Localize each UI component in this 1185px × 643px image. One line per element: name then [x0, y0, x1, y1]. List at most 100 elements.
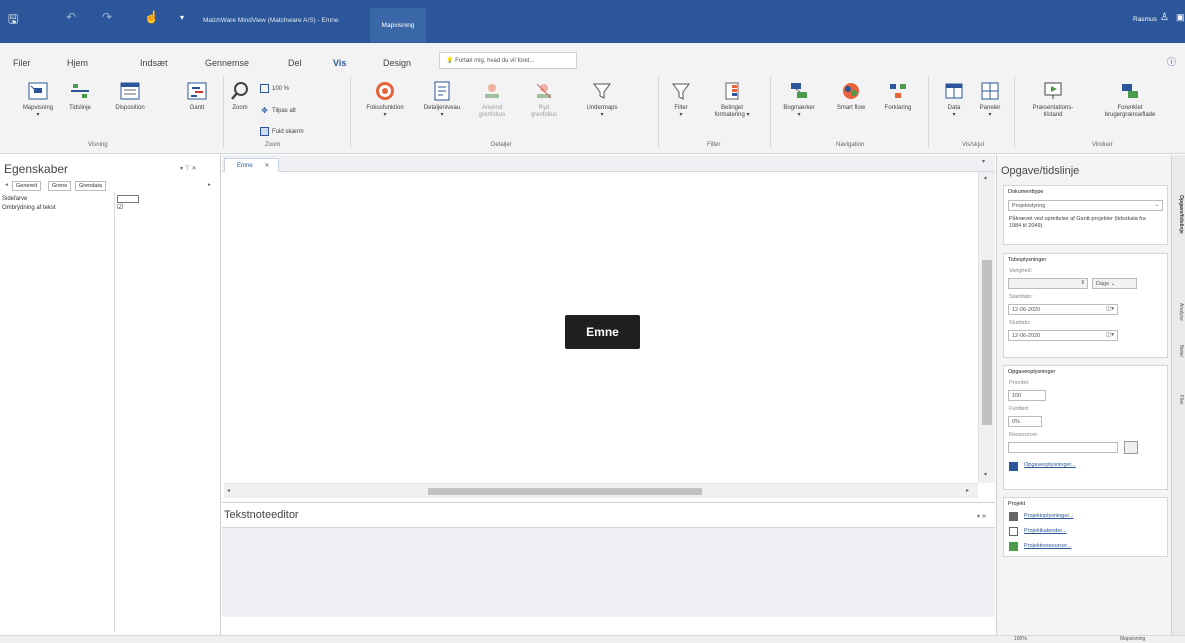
task-info-link[interactable]: Opgaveoplysninger...: [1024, 462, 1076, 468]
task-info-section: Opgaveoplysninger Prioritet: 100 Fuldfør…: [1003, 365, 1168, 490]
tab-design[interactable]: Design: [383, 58, 411, 68]
text-wrap-checkbox[interactable]: ☑: [117, 204, 123, 212]
tab-del[interactable]: Del: [288, 58, 302, 68]
undo-icon[interactable]: ↶: [66, 10, 76, 24]
tab-hjem[interactable]: Hjem: [67, 58, 88, 68]
zoom-100-button[interactable]: 100 %: [260, 84, 289, 93]
gantt-button[interactable]: Gantt: [182, 80, 212, 112]
side-tab-task[interactable]: Opgave/tidslinje: [1174, 195, 1184, 234]
touch-mode-icon[interactable]: ☝: [144, 10, 159, 24]
disposition-button[interactable]: Disposition: [110, 80, 150, 112]
property-row[interactable]: Ombrydning af tekst ☑: [0, 204, 220, 212]
pane-controls[interactable]: ▾ ✕: [977, 513, 987, 520]
resources-list-icon[interactable]: [1124, 441, 1138, 454]
side-tab-filer[interactable]: Filer: [1174, 395, 1184, 405]
vertical-scroll-thumb[interactable]: [982, 260, 992, 425]
tab-scroll-right-icon[interactable]: ▸: [205, 181, 214, 191]
customize-toolbar-icon[interactable]: ▾: [180, 13, 184, 22]
project-calendar-icon: [1009, 527, 1018, 536]
project-resources-link[interactable]: Projektressourcer...: [1024, 543, 1071, 549]
start-date-field[interactable]: 12-06-2020 ◫▾: [1008, 304, 1118, 315]
vertical-scrollbar[interactable]: ▴ ▾: [978, 172, 995, 483]
pane-controls[interactable]: ▾ ⊤ ✕: [180, 165, 197, 172]
scroll-left-icon[interactable]: ◂: [227, 487, 230, 494]
root-topic[interactable]: Emne: [565, 315, 640, 349]
document-tab-emne[interactable]: Emne ✕: [224, 158, 279, 172]
smart-flow-icon: [843, 83, 859, 99]
praesentationstilstand-button[interactable]: Præsentations-tilstand: [1030, 80, 1076, 119]
zoom-level[interactable]: 100%: [1014, 636, 1027, 642]
forenklet-brugergraenseflade-button[interactable]: Forenklet brugergrænseflade: [1096, 80, 1164, 119]
group-separator: [223, 76, 224, 148]
timeline-icon: [71, 84, 89, 98]
forklaring-button[interactable]: Forklaring: [880, 80, 916, 112]
data-table-icon: [945, 83, 963, 99]
group-label-detaljer: Detaljer: [491, 142, 512, 148]
project-info-link[interactable]: Projektoplysninger...: [1024, 513, 1074, 519]
duration-field[interactable]: ⇕: [1008, 278, 1088, 289]
spin-icon[interactable]: ⇕: [1080, 280, 1085, 286]
fokusfunktion-button[interactable]: Fokusfunktion ▾: [360, 80, 410, 119]
side-tab-noter[interactable]: Noter: [1174, 345, 1184, 357]
property-row[interactable]: Sidefarve: [0, 195, 220, 203]
anvend-grenfokus-button[interactable]: Anvend grenfokus: [474, 80, 510, 119]
tab-filer[interactable]: Filer: [13, 58, 31, 68]
zoom-button[interactable]: Zoom: [226, 80, 254, 112]
paneler-button[interactable]: Paneler ▾: [976, 80, 1004, 119]
resources-field[interactable]: [1008, 442, 1118, 453]
help-icon[interactable]: ⓘ: [1167, 55, 1176, 68]
properties-pane-title: Egenskaber: [4, 162, 69, 176]
note-editor-area[interactable]: [222, 527, 995, 617]
full-screen-button[interactable]: Fuld skærm: [260, 127, 304, 136]
map-canvas[interactable]: Emne: [224, 172, 978, 483]
prop-tab-grene[interactable]: Grene: [48, 181, 72, 191]
tab-indsaet[interactable]: Indsæt: [140, 58, 168, 68]
tab-gennemse[interactable]: Gennemse: [205, 58, 249, 68]
detaljeniveau-button[interactable]: Detaljeniveau ▾: [418, 80, 466, 119]
user-name[interactable]: Rasmus: [1133, 16, 1157, 23]
fit-all-button[interactable]: ✥ Tilpas alt: [260, 106, 296, 115]
save-icon[interactable]: 🖫: [8, 10, 18, 31]
percent-complete-field[interactable]: 0%: [1008, 416, 1042, 427]
prop-tab-grendata[interactable]: Grendata: [75, 181, 106, 191]
smart-flow-button[interactable]: Smart flow: [836, 80, 866, 112]
tab-vis[interactable]: Vis: [330, 58, 349, 72]
undermaps-button[interactable]: Undermaps ▾: [582, 80, 622, 119]
lightbulb-icon: 💡: [446, 58, 456, 64]
redo-icon[interactable]: ↷: [102, 10, 112, 24]
page-color-swatch[interactable]: [117, 195, 139, 203]
horizontal-scroll-thumb[interactable]: [428, 488, 702, 495]
ryd-grenfokus-button[interactable]: Ryd grenfokus: [526, 80, 562, 119]
scroll-down-icon[interactable]: ▾: [984, 471, 987, 478]
calendar-icon[interactable]: ◫▾: [1106, 332, 1114, 338]
scroll-up-icon[interactable]: ▴: [984, 174, 987, 181]
priority-field[interactable]: 100: [1008, 390, 1046, 401]
filter-button[interactable]: Filter ▾: [668, 80, 694, 119]
account-icon[interactable]: ♙: [1160, 12, 1169, 23]
task-timeline-pane: Opgave/tidslinje Dokumenttype Projektsty…: [996, 155, 1171, 635]
tab-scroll-left-icon[interactable]: ◂: [2, 181, 11, 191]
mapvisning-button[interactable]: Mapvisning ▾: [20, 80, 56, 119]
tidslinje-button[interactable]: Tidslinje: [64, 80, 96, 112]
project-calendar-link[interactable]: Projektkalender...: [1024, 528, 1067, 534]
end-date-field[interactable]: 12-06-2020 ◫▾: [1008, 330, 1118, 341]
property-column-separator: [114, 192, 115, 632]
context-tab-mapvisning[interactable]: Mapvisning: [370, 8, 426, 42]
bookmark-icon: [791, 83, 807, 98]
prop-tab-generelt[interactable]: Generelt: [12, 181, 42, 191]
data-button[interactable]: Data ▾: [941, 80, 967, 119]
calendar-icon[interactable]: ◫▾: [1106, 306, 1114, 312]
text-note-editor: Tekstnoteeditor ▾ ✕: [222, 502, 995, 617]
side-tab-analyse[interactable]: Analyse: [1174, 303, 1184, 321]
bogmaerker-button[interactable]: Bogmærker ▾: [780, 80, 818, 119]
document-type-select[interactable]: Projektstyring ⌄: [1008, 200, 1163, 211]
duration-unit-select[interactable]: Dage ⌄: [1092, 278, 1137, 289]
ribbon-display-icon[interactable]: ▣: [1176, 12, 1185, 23]
conditional-format-icon: [725, 82, 739, 100]
horizontal-scrollbar[interactable]: ◂ ▸: [224, 483, 978, 498]
tab-list-dropdown-icon[interactable]: ▾: [982, 158, 985, 165]
betinget-formatering-button[interactable]: Betinget formatering ▾: [706, 80, 758, 119]
tell-me-search[interactable]: 💡 Fortæl mig, hvad du vil foret...: [439, 52, 577, 69]
scroll-right-icon[interactable]: ▸: [966, 487, 969, 494]
close-tab-icon[interactable]: ✕: [264, 163, 269, 169]
